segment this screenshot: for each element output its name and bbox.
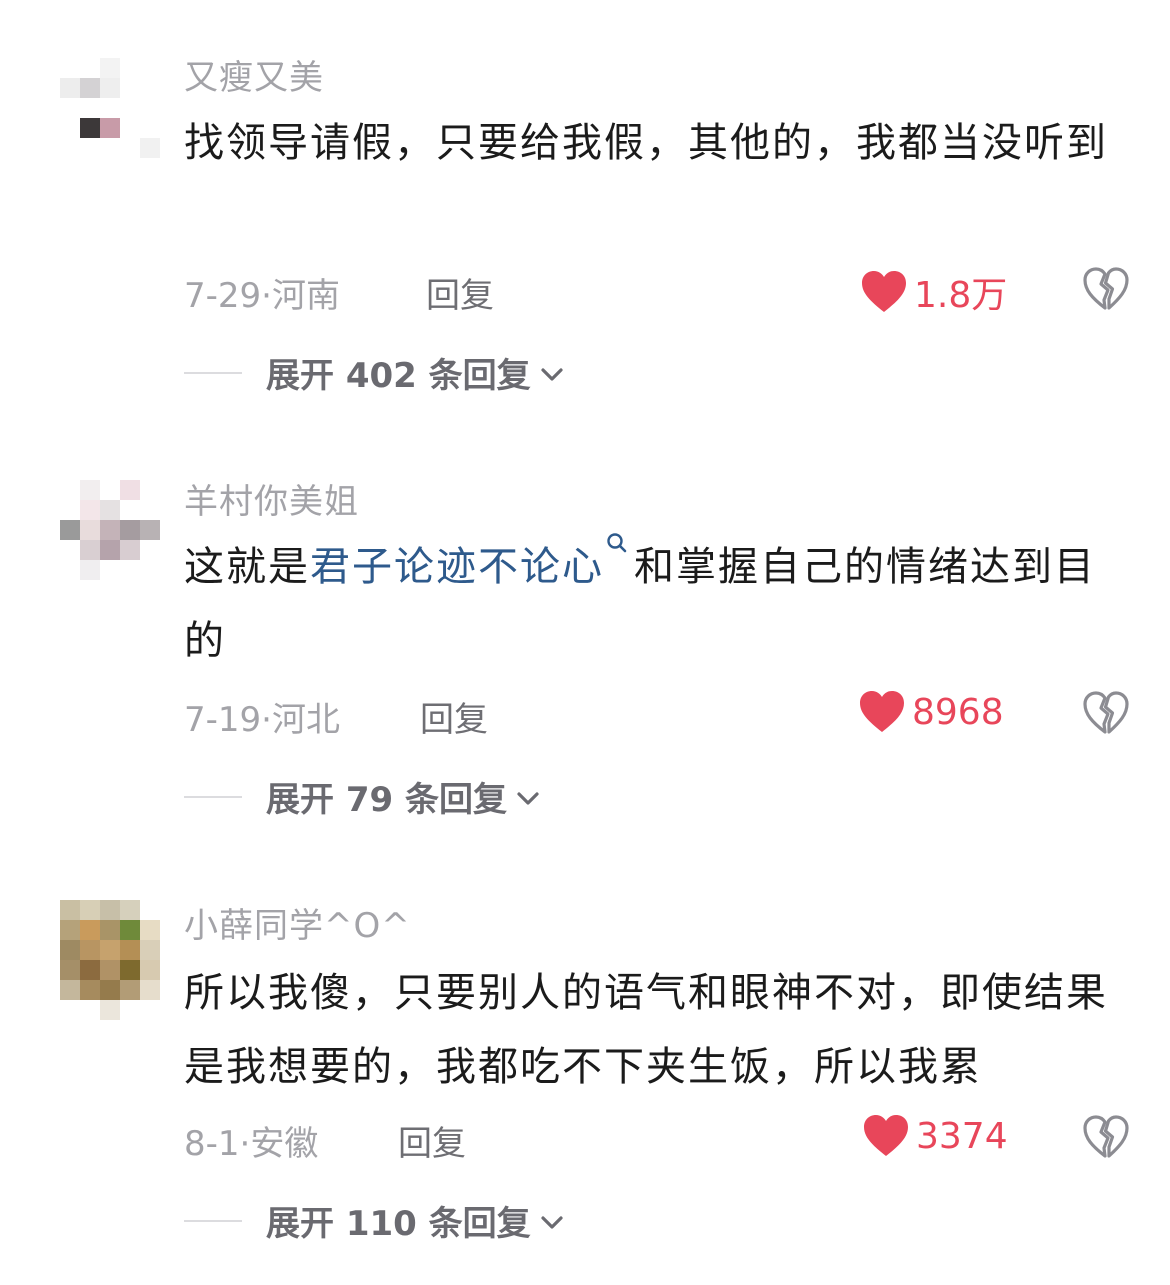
topic-link[interactable]: 君子论迹不论心 [310, 544, 604, 590]
avatar[interactable] [60, 900, 160, 1020]
reply-button[interactable]: 回复 [426, 268, 494, 317]
avatar[interactable] [60, 480, 160, 600]
heart-icon [864, 1115, 908, 1156]
chevron-down-icon [541, 1215, 563, 1229]
dislike-button[interactable] [1082, 266, 1130, 312]
comment-date: 7-19 [184, 700, 262, 740]
chevron-down-icon [517, 791, 539, 805]
reply-button[interactable]: 回复 [420, 692, 488, 741]
chevron-down-icon [541, 367, 563, 381]
dislike-button[interactable] [1082, 690, 1130, 736]
expand-replies-label: 展开 110 条回复 [266, 1204, 531, 1244]
like-count: 8968 [912, 691, 1004, 733]
comment-text-before: 这就是 [184, 544, 310, 590]
comment-location: 河南 [271, 276, 340, 316]
like-count: 3374 [916, 1115, 1008, 1157]
username[interactable]: 小薛同学^O^ [184, 898, 411, 947]
comment-date: 8-1 [184, 1124, 240, 1164]
comment-date: 7-29 [184, 276, 262, 316]
heart-icon [862, 271, 906, 312]
username[interactable]: 又瘦又美 [184, 50, 324, 99]
meta-separator: · [261, 276, 272, 316]
meta-separator: · [239, 1124, 251, 1164]
broken-heart-icon [1083, 691, 1129, 734]
comment-location: 安徽 [250, 1124, 319, 1164]
expand-replies[interactable]: 展开 110 条回复 [184, 1196, 565, 1245]
broken-heart-icon [1083, 267, 1129, 310]
dislike-button[interactable] [1082, 1114, 1130, 1160]
avatar[interactable] [60, 58, 160, 178]
reply-button[interactable]: 回复 [398, 1116, 466, 1165]
like-button[interactable]: 8968 [858, 690, 1004, 734]
expand-replies[interactable]: 展开 402 条回复 [184, 348, 565, 397]
divider-line [184, 795, 242, 798]
comment-text: 这就是君子论迹不论心 和掌握自己的情绪达到目的 [184, 530, 1134, 678]
comment-location: 河北 [271, 700, 340, 740]
like-count: 1.8万 [914, 275, 1008, 316]
comment-meta: 7-29·河南 [184, 268, 340, 317]
heart-icon [860, 691, 904, 732]
broken-heart-icon [1083, 1115, 1129, 1158]
comment-text-body: 找领导请假，只要给我假，其他的，我都当没听到 [184, 120, 1108, 166]
comment-text: 找领导请假，只要给我假，其他的，我都当没听到 [184, 106, 1134, 180]
expand-replies-label: 展开 402 条回复 [266, 356, 531, 396]
expand-replies[interactable]: 展开 79 条回复 [184, 772, 541, 821]
expand-replies-label: 展开 79 条回复 [266, 780, 507, 820]
comment-meta: 7-19·河北 [184, 692, 340, 741]
comment-meta: 8-1·安徽 [184, 1116, 318, 1165]
meta-separator: · [261, 700, 272, 740]
comment-text-body: 所以我傻，只要别人的语气和眼神不对，即使结果是我想要的，我都吃不下夹生饭，所以我… [184, 970, 1108, 1090]
username[interactable]: 羊村你美姐 [184, 474, 359, 523]
divider-line [184, 371, 242, 374]
comment-text: 所以我傻，只要别人的语气和眼神不对，即使结果是我想要的，我都吃不下夹生饭，所以我… [184, 956, 1134, 1104]
search-icon[interactable] [604, 530, 634, 570]
divider-line [184, 1219, 242, 1222]
like-button[interactable]: 3374 [862, 1114, 1008, 1158]
like-button[interactable]: 1.8万 [860, 266, 1007, 318]
